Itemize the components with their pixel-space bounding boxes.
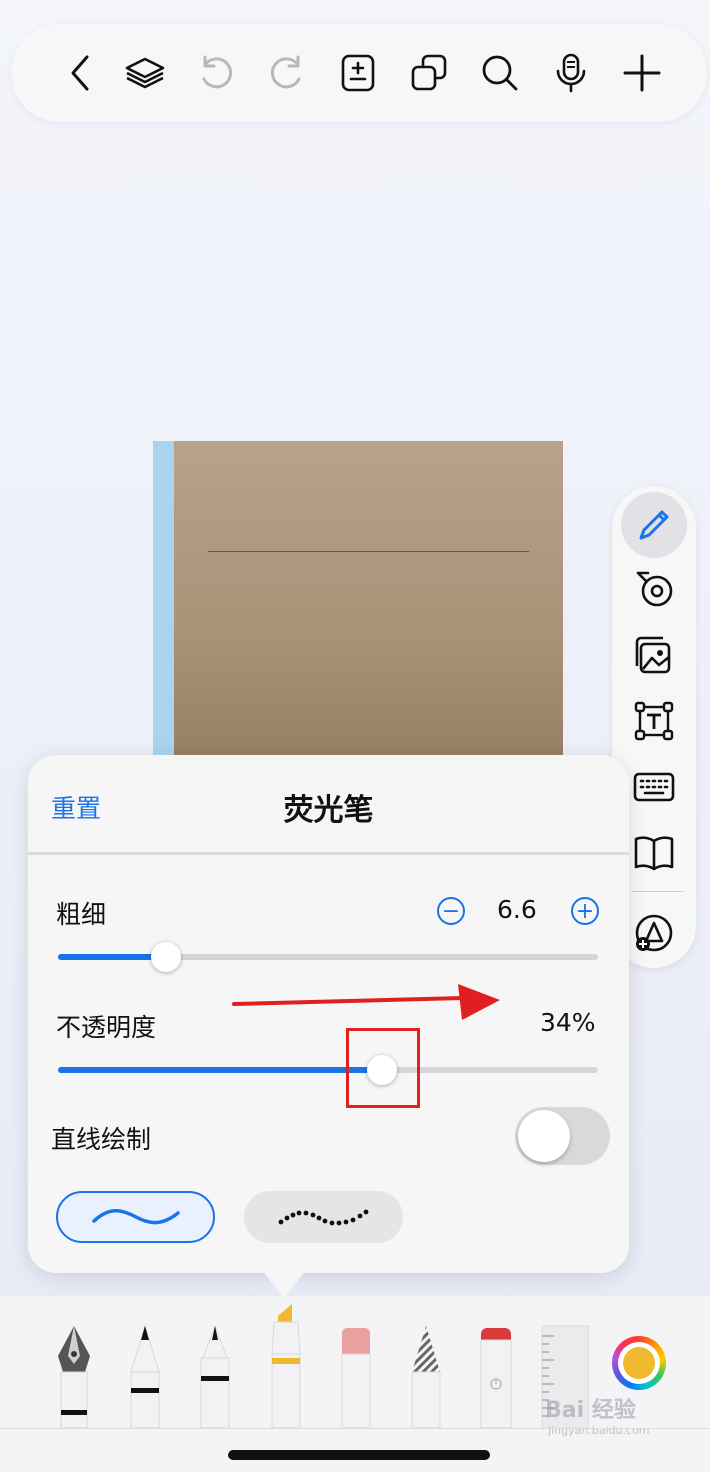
opacity-value: 34% (540, 1008, 596, 1037)
fineliner-tool[interactable] (196, 1302, 234, 1428)
thickness-slider[interactable] (58, 942, 598, 972)
undo-icon[interactable] (189, 46, 243, 100)
image-icon[interactable] (629, 630, 679, 680)
dotted-stroke-button[interactable] (244, 1191, 403, 1243)
shapes-add-icon[interactable] (629, 908, 679, 958)
home-indicator[interactable] (228, 1450, 490, 1460)
annotation-box (346, 1028, 420, 1108)
annotation-arrow (232, 984, 500, 1020)
thickness-slider-fill (58, 954, 166, 960)
dotted-stroke-icon (278, 1209, 368, 1226)
side-toolbar-divider (632, 891, 684, 892)
panel-divider (28, 852, 629, 855)
thickness-slider-thumb[interactable] (151, 942, 181, 972)
document-page[interactable] (153, 441, 563, 761)
ballpoint-pen-tool[interactable] (125, 1302, 165, 1428)
redo-icon[interactable] (260, 46, 314, 100)
panel-title: 荧光笔 (283, 793, 374, 828)
straight-line-label: 直线绘制 (51, 1125, 152, 1154)
text-box-icon[interactable] (629, 696, 679, 746)
thickness-value: 6.6 (497, 895, 537, 924)
watermark-url: jingyan.baidu.com (548, 1424, 650, 1437)
highlighter-tool[interactable] (266, 1298, 306, 1428)
pencil-tool[interactable] (406, 1302, 446, 1428)
opacity-slider-fill (58, 1067, 382, 1073)
smooth-stroke-icon (91, 1209, 180, 1225)
back-icon[interactable] (55, 46, 109, 100)
thickness-increase-button[interactable]: + (571, 897, 599, 925)
tape-icon[interactable] (629, 564, 679, 614)
watermark-logo: Bai 经验 (545, 1398, 636, 1423)
plus-icon[interactable] (615, 46, 669, 100)
selected-color-swatch (623, 1347, 655, 1379)
panel-pointer (262, 1270, 306, 1298)
pen-icon[interactable] (621, 492, 687, 558)
opacity-label: 不透明度 (56, 1013, 157, 1042)
document-ruled-line (208, 551, 529, 552)
top-toolbar (11, 24, 707, 122)
thickness-label: 粗细 (56, 900, 107, 929)
thickness-decrease-button[interactable]: − (437, 897, 465, 925)
color-picker-button[interactable] (612, 1336, 666, 1390)
page-add-icon[interactable] (331, 46, 385, 100)
smooth-stroke-button[interactable] (56, 1191, 215, 1243)
eraser-tool[interactable] (337, 1302, 375, 1428)
toggle-knob (518, 1110, 570, 1162)
microphone-icon[interactable] (544, 46, 598, 100)
duplicate-icon[interactable] (402, 46, 456, 100)
layers-icon[interactable] (118, 46, 172, 100)
keyboard-icon[interactable] (629, 762, 679, 812)
document-page-edge (153, 441, 174, 761)
tray-divider (0, 1428, 710, 1429)
fountain-pen-tool[interactable] (52, 1302, 96, 1428)
search-icon[interactable] (473, 46, 527, 100)
book-icon[interactable] (629, 828, 679, 878)
marker-tool[interactable] (476, 1302, 516, 1428)
straight-line-toggle[interactable] (515, 1107, 610, 1165)
opacity-slider[interactable] (58, 1055, 598, 1085)
